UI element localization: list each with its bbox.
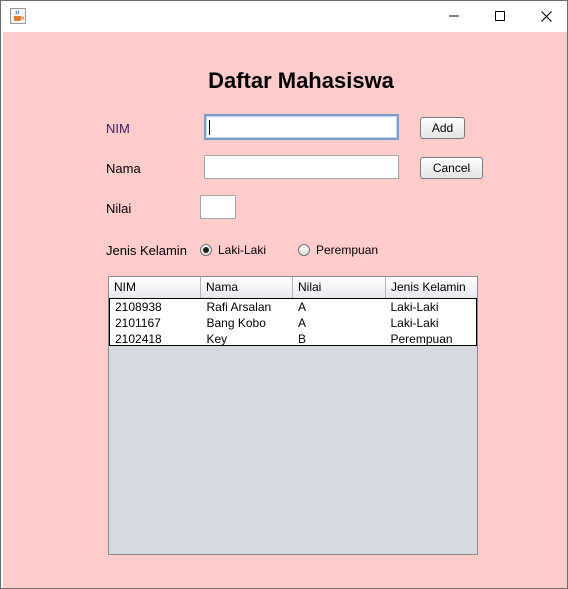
text-caret — [209, 120, 210, 135]
table-row[interactable]: 2101167 Bang Kobo A Laki-Laki — [110, 315, 476, 331]
title-bar[interactable] — [1, 1, 567, 31]
table-cell: 2108938 — [115, 300, 162, 314]
page-title: Daftar Mahasiswa — [208, 68, 394, 93]
radio-laki-laki[interactable]: Laki-Laki — [200, 243, 266, 257]
table-cell: 2102418 — [115, 332, 162, 346]
maximize-icon — [495, 11, 505, 21]
table-cell: Perempuan — [390, 332, 453, 346]
table-cell: A — [298, 300, 307, 314]
nama-field[interactable] — [204, 155, 399, 179]
nim-field[interactable] — [204, 114, 399, 140]
radio-label-laki-laki: Laki-Laki — [218, 243, 267, 257]
table-cell: Bang Kobo — [206, 316, 266, 330]
column-header-nama[interactable]: Nama — [201, 277, 293, 298]
maximize-button[interactable] — [477, 1, 523, 31]
radio-selected-icon — [200, 244, 212, 256]
table-row[interactable]: 2102418 Key B Perempuan — [110, 331, 476, 347]
close-icon — [540, 10, 552, 22]
radio-label-perempuan: Perempuan — [316, 243, 379, 257]
add-button[interactable]: Add — [420, 117, 465, 139]
table-cell: Rafi Arsalan — [206, 300, 272, 314]
table-cell: A — [298, 316, 307, 330]
minimize-icon — [449, 15, 459, 17]
cancel-button[interactable]: Cancel — [420, 157, 483, 179]
table-cell: Key — [206, 332, 228, 346]
column-header-nim[interactable]: NIM — [109, 277, 201, 298]
table-cell: Laki-Laki — [390, 300, 439, 314]
table-cell: Laki-Laki — [390, 316, 439, 330]
nilai-label: Nilai — [106, 201, 132, 216]
java-cup-icon[interactable] — [10, 8, 26, 24]
table-body: 2108938 Rafi Arsalan A Laki-Laki 2101167… — [109, 298, 477, 346]
nilai-field[interactable] — [200, 195, 236, 219]
jenis-kelamin-label: Jenis Kelamin — [106, 243, 187, 258]
minimize-button[interactable] — [431, 1, 477, 31]
nama-label: Nama — [106, 161, 141, 176]
table-cell: 2101167 — [115, 316, 161, 330]
app-window: Daftar Mahasiswa NIM Add Nama Cancel Nil… — [0, 0, 568, 589]
close-button[interactable] — [523, 1, 568, 31]
table-header: NIM Nama Nilai Jenis Kelamin — [109, 277, 477, 299]
radio-perempuan[interactable]: Perempuan — [298, 243, 378, 257]
nim-label: NIM — [106, 121, 130, 136]
mahasiswa-table-scrollpane[interactable]: NIM Nama Nilai Jenis Kelamin 2108938 Raf… — [108, 276, 478, 555]
form-panel: Daftar Mahasiswa NIM Add Nama Cancel Nil… — [3, 32, 567, 588]
column-header-nilai[interactable]: Nilai — [293, 277, 386, 298]
table-row[interactable]: 2108938 Rafi Arsalan A Laki-Laki — [110, 299, 476, 315]
column-header-jenis-kelamin[interactable]: Jenis Kelamin — [386, 277, 477, 298]
table-cell: B — [298, 332, 307, 346]
radio-unselected-icon — [298, 244, 310, 256]
